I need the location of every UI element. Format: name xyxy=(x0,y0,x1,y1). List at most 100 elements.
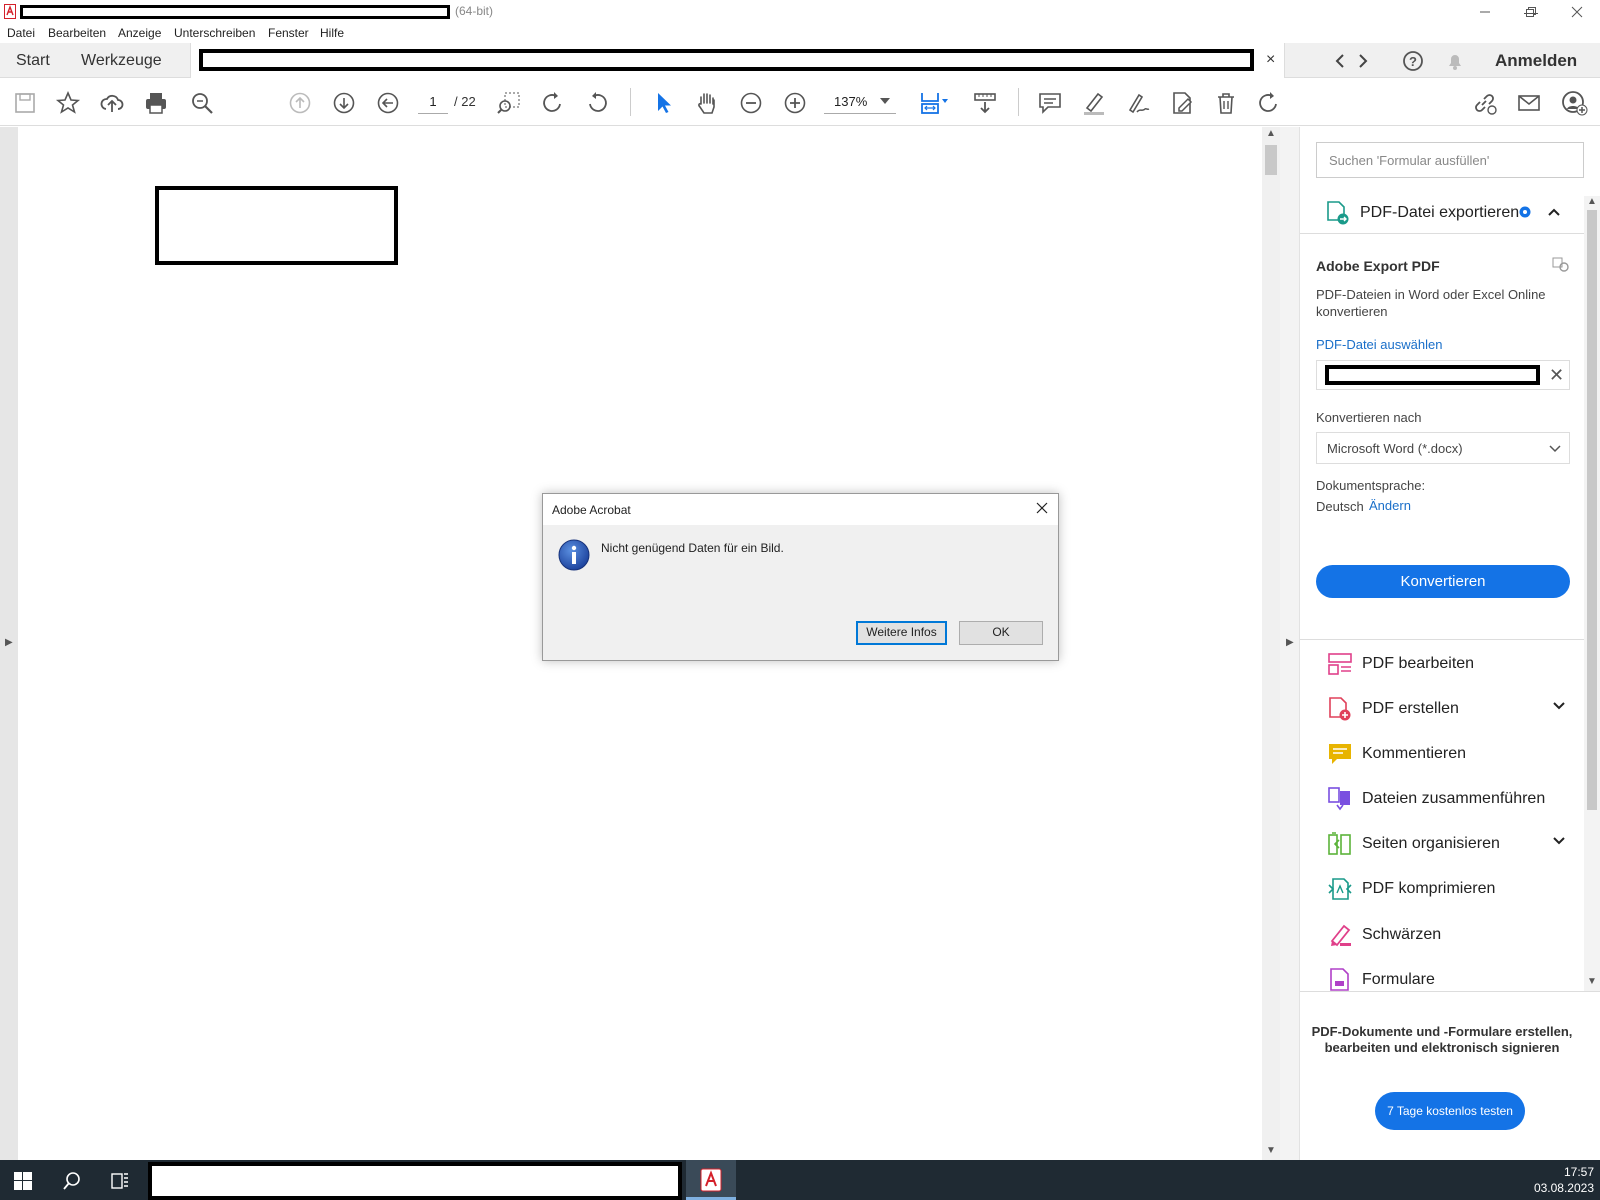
close-tab-button[interactable]: × xyxy=(1266,51,1275,69)
menu-bearbeiten[interactable]: Bearbeiten xyxy=(48,26,106,40)
convert-format-select[interactable]: Microsoft Word (*.docx) xyxy=(1316,432,1570,464)
scroll-thumb[interactable] xyxy=(1265,145,1277,175)
marquee-zoom-icon[interactable] xyxy=(496,90,522,116)
next-page-icon[interactable] xyxy=(331,90,357,116)
menu-anzeige[interactable]: Anzeige xyxy=(118,26,161,40)
delete-trash-icon[interactable] xyxy=(1213,90,1239,116)
save-icon[interactable] xyxy=(12,90,38,116)
tab-start[interactable]: Start xyxy=(16,52,50,70)
export-description: PDF-Dateien in Word oder Excel Online ko… xyxy=(1316,287,1546,319)
help-icon[interactable]: ? xyxy=(1402,50,1424,72)
menu-fenster[interactable]: Fenster xyxy=(268,26,309,40)
export-pdf-title[interactable]: PDF-Datei exportieren xyxy=(1360,204,1519,222)
rotate-page-icon[interactable] xyxy=(1256,90,1282,116)
svg-text:?: ? xyxy=(1409,54,1417,69)
task-view-icon[interactable] xyxy=(110,1171,130,1191)
go-back-icon[interactable] xyxy=(375,90,401,116)
menu-unterschreiben[interactable]: Unterschreiben xyxy=(174,26,255,40)
system-clock[interactable]: 17:57 03.08.2023 xyxy=(1528,1164,1594,1196)
bookmark-star-icon[interactable] xyxy=(55,90,81,116)
change-language-link[interactable]: Ändern xyxy=(1369,498,1411,513)
clock-time: 17:57 xyxy=(1563,1165,1594,1179)
notifications-bell-icon[interactable] xyxy=(1445,51,1465,71)
close-icon xyxy=(1571,6,1583,17)
tool-label: Dateien zusammenführen xyxy=(1362,790,1546,807)
toolbar-separator xyxy=(630,88,631,116)
combine-files-icon xyxy=(1328,787,1350,811)
expand-chevron-icon[interactable] xyxy=(1552,701,1566,711)
signin-button[interactable]: Anmelden xyxy=(1495,51,1577,71)
right-pane-collapse-strip[interactable]: ▶ xyxy=(1280,127,1300,1160)
share-link-icon[interactable] xyxy=(1471,90,1497,116)
rotate-clockwise-icon[interactable] xyxy=(540,90,566,116)
highlight-pen-icon[interactable] xyxy=(1081,90,1107,116)
windows-taskbar: 17:57 03.08.2023 xyxy=(0,1160,1600,1200)
divider xyxy=(1300,233,1584,234)
minimize-icon xyxy=(1480,11,1490,12)
choose-pdf-file-link[interactable]: PDF-Datei auswählen xyxy=(1316,337,1442,352)
print-icon[interactable] xyxy=(143,90,169,116)
menu-datei[interactable]: Datei xyxy=(7,26,35,40)
redacted-window-title xyxy=(20,5,450,19)
window-title-suffix: (64-bit) xyxy=(455,4,494,18)
scroll-up-icon[interactable]: ▲ xyxy=(1266,128,1276,139)
edit-pdf-toolbar-icon[interactable] xyxy=(1169,90,1195,116)
email-icon[interactable] xyxy=(1516,90,1542,116)
export-settings-icon[interactable] xyxy=(1552,256,1570,272)
ok-button[interactable]: OK xyxy=(959,621,1043,645)
free-trial-button[interactable]: 7 Tage kostenlos testen xyxy=(1375,1092,1525,1130)
fill-sign-icon[interactable] xyxy=(1125,90,1151,116)
add-user-icon[interactable] xyxy=(1561,90,1588,116)
clear-file-icon[interactable]: ✕ xyxy=(1549,365,1564,386)
close-window-button[interactable] xyxy=(1554,0,1600,23)
expand-chevron-icon[interactable] xyxy=(1552,836,1566,846)
more-info-button[interactable]: Weitere Infos xyxy=(856,621,947,645)
scroll-down-icon[interactable]: ▼ xyxy=(1266,1145,1276,1156)
dialog-title: Adobe Acrobat xyxy=(543,494,1058,525)
tab-tools[interactable]: Werkzeuge xyxy=(81,52,162,70)
collapse-export-icon[interactable] xyxy=(1547,207,1561,217)
divider xyxy=(1300,639,1584,640)
right-pane-toggle-icon[interactable]: ▶ xyxy=(1286,637,1294,648)
next-tab-icon[interactable] xyxy=(1356,53,1370,69)
clock-date: 03.08.2023 xyxy=(1533,1181,1594,1195)
search-icon[interactable] xyxy=(62,1171,82,1191)
zoom-out-icon[interactable] xyxy=(738,90,764,116)
convert-to-label: Konvertieren nach xyxy=(1316,410,1422,425)
document-language-label: Dokumentsprache: xyxy=(1316,478,1426,493)
windows-start-icon[interactable] xyxy=(14,1172,32,1190)
scroll-up-icon[interactable]: ▲ xyxy=(1587,196,1597,207)
hand-tool-icon[interactable] xyxy=(694,90,720,116)
zoom-dropdown-icon[interactable] xyxy=(880,98,890,104)
chevron-down-icon xyxy=(1549,445,1561,453)
selected-file-field[interactable]: ✕ xyxy=(1316,360,1570,390)
dialog-message: Nicht genügend Daten für ein Bild. xyxy=(601,541,784,555)
menu-hilfe[interactable]: Hilfe xyxy=(320,26,344,40)
page-number-input[interactable]: 1 xyxy=(418,90,448,114)
select-cursor-icon[interactable] xyxy=(651,90,677,116)
find-zoom-icon[interactable] xyxy=(189,90,215,116)
acrobat-app-icon xyxy=(4,4,16,19)
rotate-counterclockwise-icon[interactable] xyxy=(584,90,610,116)
restore-window-button[interactable] xyxy=(1508,0,1554,23)
tools-search-input[interactable]: Suchen 'Formular ausfüllen' xyxy=(1316,142,1584,178)
convert-button[interactable]: Konvertieren xyxy=(1316,565,1570,598)
scroll-thumb[interactable] xyxy=(1587,210,1597,810)
left-pane-toggle-icon[interactable]: ▶ xyxy=(5,637,13,648)
previous-page-icon[interactable] xyxy=(287,90,313,116)
taskbar-acrobat-app[interactable] xyxy=(686,1160,736,1200)
main-toolbar: 1 / 22 137% xyxy=(0,78,1600,126)
minimize-window-button[interactable] xyxy=(1462,0,1508,23)
document-scrollbar[interactable]: ▲ ▼ xyxy=(1262,127,1280,1160)
document-tab[interactable]: × xyxy=(190,43,1285,78)
scroll-down-icon[interactable]: ▼ xyxy=(1587,976,1597,987)
zoom-in-icon[interactable] xyxy=(782,90,808,116)
comment-icon[interactable] xyxy=(1037,90,1063,116)
fit-page-icon[interactable] xyxy=(918,90,948,116)
tools-pane-scrollbar[interactable]: ▲ ▼ xyxy=(1584,196,1600,992)
previous-tab-icon[interactable] xyxy=(1333,53,1347,69)
dialog-close-button[interactable] xyxy=(1034,500,1050,516)
acrobat-app-icon xyxy=(700,1168,722,1192)
upload-cloud-icon[interactable] xyxy=(99,90,125,116)
scrolling-mode-icon[interactable] xyxy=(972,90,998,116)
